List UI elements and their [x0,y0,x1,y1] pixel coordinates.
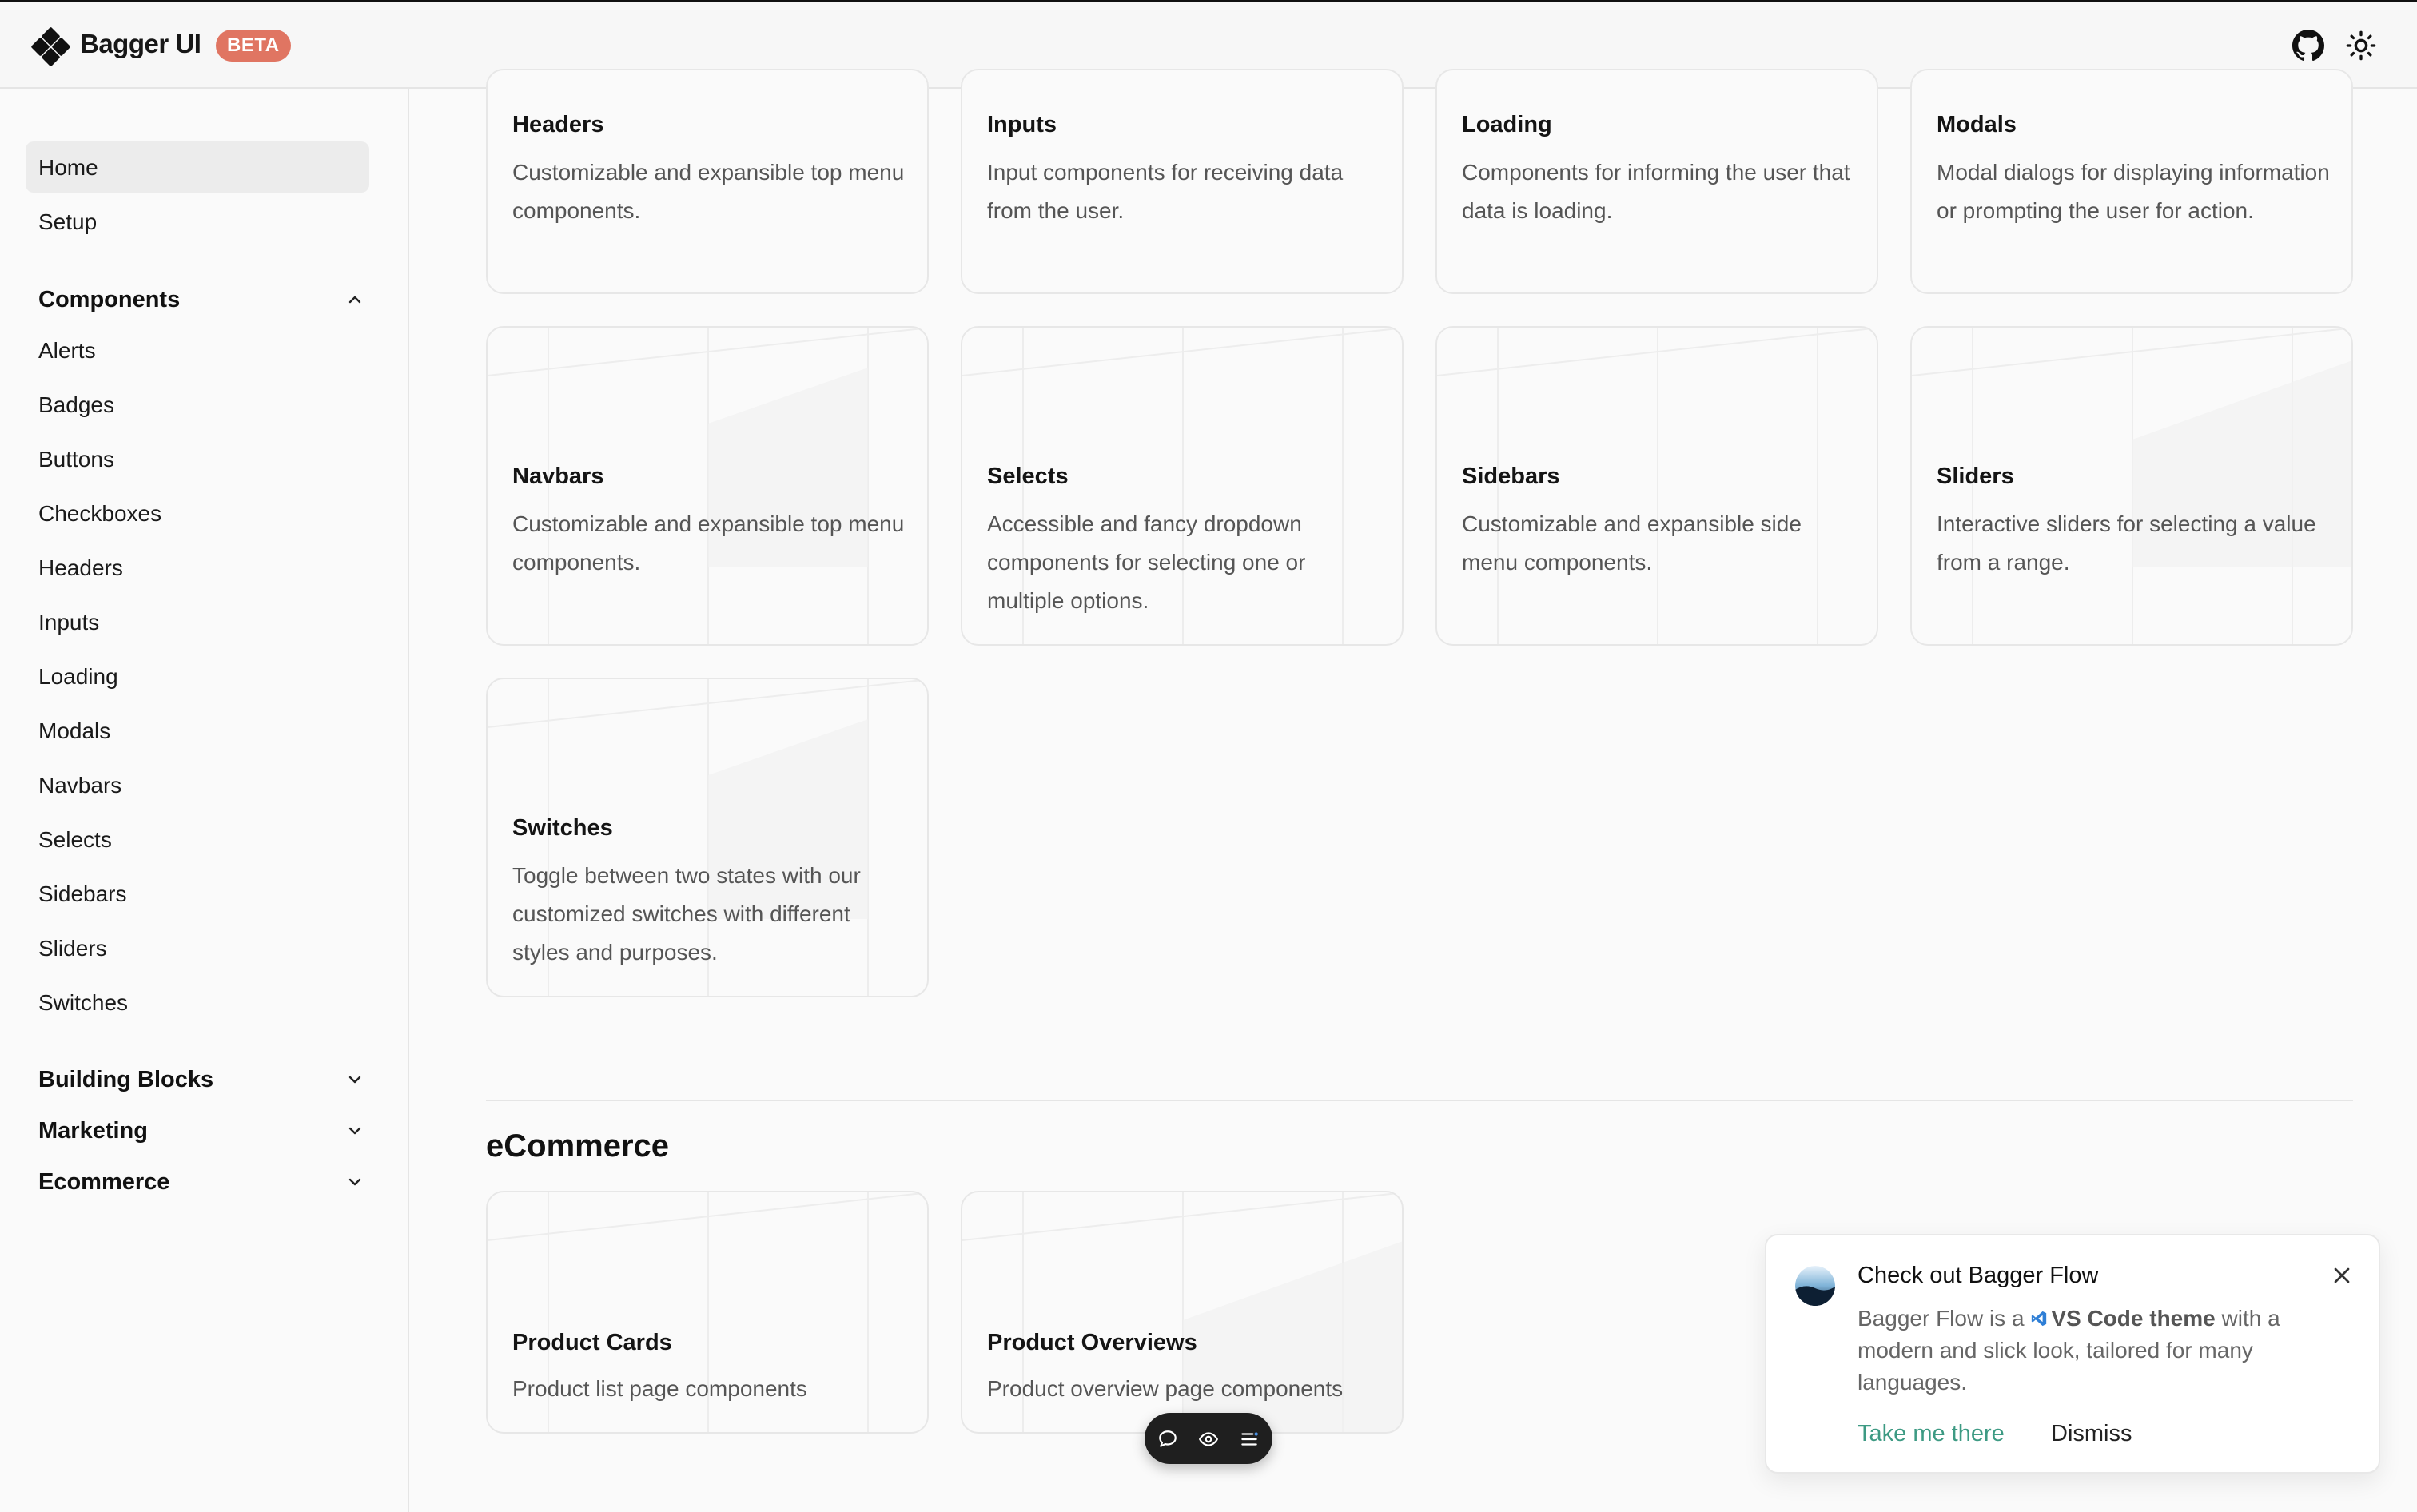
floating-toolbar [1145,1413,1272,1464]
section-title-ecommerce: eCommerce [486,1128,670,1164]
card-title: Modals [1937,112,2017,137]
sidebar-item-alerts[interactable]: Alerts [26,324,369,376]
brand-name[interactable]: Bagger UI [80,29,201,59]
card-description: Customizable and expansible top menu com… [512,160,905,223]
sidebar-item-loading[interactable]: Loading [26,651,369,702]
chevron-down-icon [348,1127,361,1135]
sidebar-item-headers[interactable]: Headers [26,542,369,593]
sidebar-item-label: Sliders [38,936,107,961]
component-card-navbars[interactable]: Navbars Customizable and expansible top … [486,326,929,646]
sun-icon[interactable] [2345,30,2377,62]
sidebar-item-switches[interactable]: Switches [26,977,369,1028]
card-description: Customizable and expansible top menu com… [512,511,905,575]
sidebar-item-setup[interactable]: Setup [26,196,369,247]
card-description: Accessible and fancy dropdown components… [987,511,1306,613]
card-description: Toggle between two states with our custo… [512,863,861,965]
toast-title: Check out Bagger Flow [1858,1263,2099,1288]
sidebar-item-label: Loading [38,664,118,689]
sidebar-item-home[interactable]: Home [26,141,369,193]
sidebar-item-label: Inputs [38,610,100,635]
sidebar-section-components[interactable]: Components [26,279,369,319]
card-title: Navbars [512,464,604,489]
card-description: Customizable and expansible side menu co… [1462,511,1802,575]
bagger-flow-toast: Check out Bagger Flow Bagger Flow is a V… [1765,1234,2380,1474]
section-label: Building Blocks [38,1067,214,1092]
card-title: Sliders [1937,464,2014,489]
sidebar-item-label: Switches [38,990,129,1015]
card-description: Components for informing the user that d… [1462,160,1850,223]
sidebar-item-label: Home [38,155,98,180]
toast-body: Bagger Flow is a VS Code theme with a mo… [1858,1303,2345,1399]
section-divider [486,1100,2353,1101]
card-description: Product overview page components [987,1376,1344,1401]
close-icon[interactable] [2329,1263,2355,1288]
component-card-sliders[interactable]: Sliders Interactive sliders for selectin… [1910,326,2353,646]
sidebar-item-modals[interactable]: Modals [26,705,369,756]
toast-body-prefix: Bagger Flow is a [1858,1306,2025,1331]
sidebar: Home Setup Components Alerts Badges Butt… [0,89,409,1512]
component-card-product-overviews[interactable]: Product Overviews Product overview page … [961,1191,1404,1434]
menu-icon[interactable] [1239,1429,1260,1450]
bagger-logo-icon[interactable] [30,26,71,67]
beta-badge: BETA [216,30,291,62]
sidebar-item-sidebars[interactable]: Sidebars [26,868,369,919]
component-card-sidebars[interactable]: Sidebars Customizable and expansible sid… [1435,326,1878,646]
sidebar-item-navbars[interactable]: Navbars [26,759,369,810]
component-card-inputs[interactable]: Inputs Input components for receiving da… [961,69,1404,294]
section-label: Components [38,287,181,312]
vscode-icon [2032,1311,2047,1327]
card-title: Product Cards [512,1330,672,1355]
sidebar-item-label: Headers [38,555,123,580]
toast-body-highlight: VS Code theme [2051,1306,2216,1331]
sidebar-item-label: Setup [38,209,98,234]
section-label: Marketing [38,1118,148,1144]
bagger-flow-logo-icon [1795,1266,1835,1306]
sidebar-section-marketing[interactable]: Marketing [26,1110,369,1150]
github-icon[interactable] [2292,30,2324,62]
section-label: Ecommerce [38,1169,170,1195]
sidebar-item-checkboxes[interactable]: Checkboxes [26,487,369,539]
sidebar-item-buttons[interactable]: Buttons [26,433,369,484]
sidebar-item-label: Badges [38,392,114,417]
sidebar-item-label: Selects [38,827,112,852]
card-description: Product list page components [512,1376,807,1401]
sidebar-section-building-blocks[interactable]: Building Blocks [26,1059,369,1099]
card-title: Switches [512,815,613,841]
sidebar-item-badges[interactable]: Badges [26,379,369,430]
chevron-down-icon [348,1178,361,1186]
chevron-down-icon [348,1076,361,1084]
sidebar-item-label: Alerts [38,338,96,363]
card-description: Interactive sliders for selecting a valu… [1937,511,2316,575]
sidebar-item-label: Sidebars [38,881,127,906]
sidebar-item-sliders[interactable]: Sliders [26,922,369,973]
card-description: Modal dialogs for displaying information… [1937,160,2330,223]
component-card-loading[interactable]: Loading Components for informing the use… [1435,69,1878,294]
card-title: Headers [512,112,604,137]
component-card-headers[interactable]: Headers Customizable and expansible top … [486,69,929,294]
card-title: Product Overviews [987,1330,1197,1355]
eye-icon[interactable] [1198,1429,1219,1450]
component-card-modals[interactable]: Modals Modal dialogs for displaying info… [1910,69,2353,294]
component-card-selects[interactable]: Selects Accessible and fancy dropdown co… [961,326,1404,646]
card-title: Inputs [987,112,1057,137]
sidebar-item-label: Navbars [38,773,122,798]
component-card-product-cards[interactable]: Product Cards Product list page componen… [486,1191,929,1434]
sidebar-item-label: Modals [38,718,111,743]
sidebar-item-selects[interactable]: Selects [26,814,369,865]
card-title: Selects [987,464,1069,489]
card-description: Input components for receiving data from… [987,160,1344,223]
sidebar-section-ecommerce[interactable]: Ecommerce [26,1161,369,1201]
sidebar-item-inputs[interactable]: Inputs [26,596,369,647]
chevron-up-icon [348,296,361,304]
sidebar-item-label: Buttons [38,447,114,472]
card-title: Loading [1462,112,1552,137]
take-me-there-button[interactable]: Take me there [1858,1421,2005,1447]
card-title: Sidebars [1462,464,1560,489]
sidebar-item-label: Checkboxes [38,501,162,526]
comment-icon[interactable] [1157,1429,1178,1450]
dismiss-button[interactable]: Dismiss [2051,1421,2132,1447]
component-card-switches[interactable]: Switches Toggle between two states with … [486,678,929,997]
